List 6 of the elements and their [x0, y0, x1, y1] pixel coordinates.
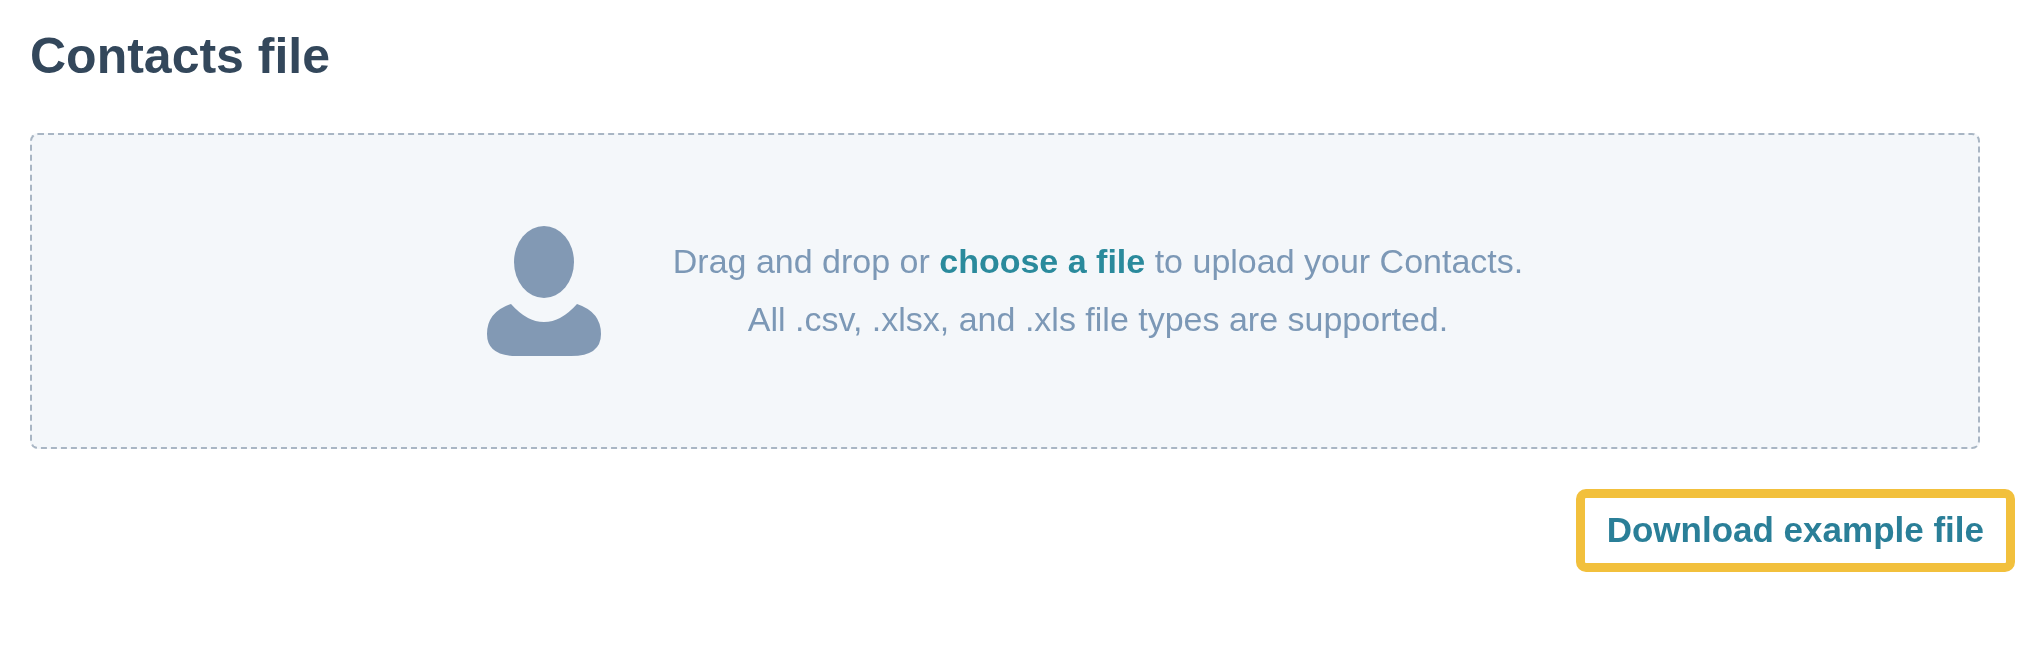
file-dropzone[interactable]: Drag and drop or choose a file to upload your Contacts. All .csv, .xlsx, and .xls file types are supported.: [30, 133, 1980, 449]
upload-instructions: Drag and drop or choose a file to upload your Contacts.: [672, 241, 1524, 283]
person-icon: [486, 226, 601, 356]
section-heading: Contacts file: [30, 27, 332, 86]
supported-file-types: All .csv, .xlsx, and .xls file types are supported.: [746, 299, 1450, 340]
download-example-link[interactable]: Download example file: [1575, 489, 2015, 572]
